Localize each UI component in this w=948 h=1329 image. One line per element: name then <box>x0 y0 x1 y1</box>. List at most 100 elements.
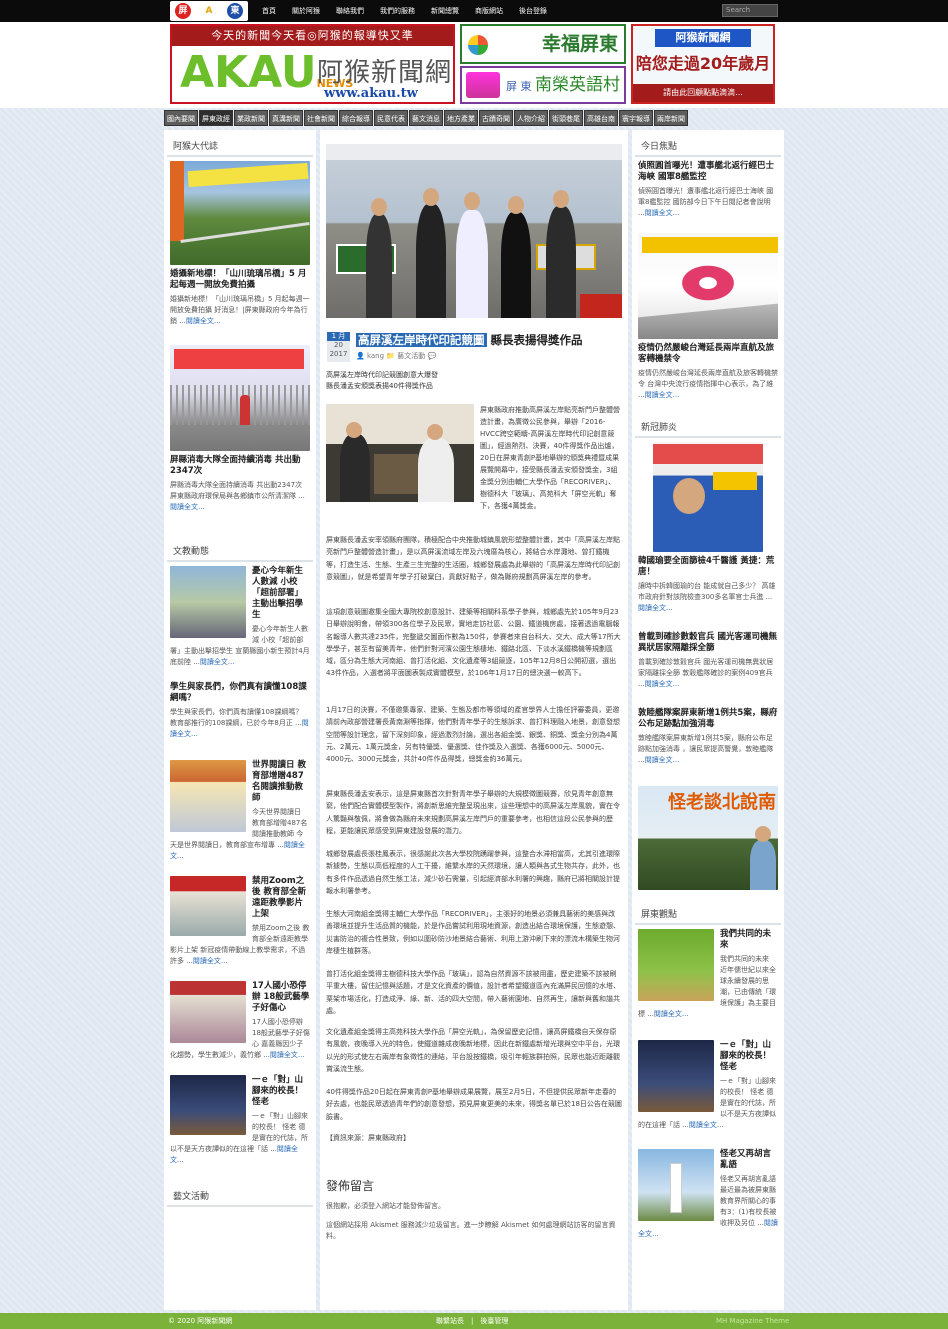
village-name: 南榮英語村 <box>535 75 620 95</box>
widget-title: 文教動態 <box>167 535 313 562</box>
logo-left-badge: 屏 <box>175 3 191 19</box>
footer-links[interactable]: 聯繫站長 | 後臺管理 <box>436 1313 508 1329</box>
cat-9[interactable]: 古蹟奇聞 <box>479 110 513 126</box>
read-more-link[interactable]: 閱讀全文... <box>200 658 235 666</box>
post-title[interactable]: 曾載到確診數穀官兵 國光客運司機無異狀居家隔離採全篩 <box>638 632 778 654</box>
post-thumbnail[interactable] <box>170 876 246 936</box>
akismet-notice[interactable]: 這個網站採用 Akismet 服務減少垃圾留言。進一步瞭解 Akismet 如何… <box>326 1220 622 1242</box>
article-title: 高屏溪左岸時代印記競圖 縣長表揚得獎作品 <box>356 333 622 347</box>
cat-13[interactable]: 寰宇報導 <box>619 110 653 126</box>
search-input[interactable]: Search <box>722 4 778 17</box>
nav-login[interactable]: 後台登錄 <box>511 0 555 22</box>
read-more-link[interactable]: 閱讀全文... <box>689 1121 724 1129</box>
promo-image[interactable]: 怪老談北說南 <box>638 786 778 890</box>
twenty-years-brand: 阿猴新聞網 <box>655 29 751 47</box>
cat-1[interactable]: 屏東政經 <box>199 110 233 126</box>
sidebar-post: 屏縣消毒大隊全面持續消毒 共出動2347次 屏縣消毒大隊全面持續消毒 共出動23… <box>164 345 316 513</box>
article-intro: 屏東縣政府推動高屏溪左岸點亮新門戶整體營造計畫，為廣徵公民參與，舉辦「2016-… <box>480 406 620 510</box>
article-paragraph: 城鄉發展處長張桂鳳表示，很感謝此次各大學校院踴躍參與，這整合水滞相當高，尤其引進… <box>326 850 620 895</box>
widget-title: 屏東觀點 <box>635 898 781 925</box>
post-thumbnail[interactable] <box>170 981 246 1043</box>
post-thumbnail[interactable] <box>653 442 763 552</box>
read-more-link[interactable]: 閱讀全文... <box>645 209 680 217</box>
village-logo-icon <box>466 72 500 98</box>
logo-right-badge: 東 <box>227 3 243 19</box>
view-post: 怪老又再胡言亂語 怪老又再胡言亂語 最近最為被屏東縣教育界所關心的事有3：(1)… <box>632 1149 784 1240</box>
cat-2[interactable]: 業政新聞 <box>234 110 268 126</box>
widget-title: 今日焦點 <box>635 130 781 157</box>
nav-home[interactable]: 首頁 <box>254 0 284 22</box>
view-post: 一ｅ「對」山腳來的校長！ 怪老 一ｅ「對」山腳來的校長！ 怪老 德是實在的代誌，… <box>632 1040 784 1131</box>
nav-about[interactable]: 關於阿猴 <box>284 0 328 22</box>
twenty-years-slogan: 陪您走過20年歲月 <box>635 54 771 73</box>
post-excerpt: 敦睦艦隊案屏東新增1例共5案，縣府公布足跡點加強消毒 ，讓民眾提高警覺，敦睦艦隊… <box>638 733 778 766</box>
article-meta: 👤 kang 📁 藝文活動 💬 <box>356 351 436 361</box>
article-inline-photo[interactable] <box>326 404 474 502</box>
main-banner[interactable]: 今天的新聞今天看◎阿猴的報導快又準 AKAUNEWS 阿猴新聞網 www.aka… <box>170 24 455 104</box>
post-title[interactable]: 婚攝新地標！「山川琉璃吊橋」5 月起每週一開放免費拍攝 <box>170 269 310 291</box>
cat-11[interactable]: 街頭巷尾 <box>549 110 583 126</box>
article-featured-image[interactable] <box>326 144 622 318</box>
post-thumbnail[interactable] <box>638 1149 714 1221</box>
cat-3[interactable]: 真溝新聞 <box>269 110 303 126</box>
post-thumbnail[interactable] <box>638 929 714 1001</box>
read-more-link[interactable]: 閱讀全文... <box>638 604 673 612</box>
article-category[interactable]: 藝文活動 <box>397 352 425 360</box>
post-thumbnail[interactable] <box>170 345 310 451</box>
date-month: 1 月 <box>327 332 350 341</box>
read-more-link[interactable]: 閱讀全文... <box>270 1051 305 1059</box>
folder-icon: 📁 <box>386 352 396 360</box>
comment-heading: 發佈留言 <box>326 1179 375 1193</box>
view-post: 我們共同的未來 我們共同的未來 近年儒世紀以來全球永續發展的思潮，已由傳統「環境… <box>632 929 784 1020</box>
post-title[interactable]: 屏縣消毒大隊全面持續消毒 共出動2347次 <box>170 455 310 477</box>
fortune-pingtung-banner[interactable]: 幸福屏東 <box>460 24 626 64</box>
twenty-years-banner[interactable]: 阿猴新聞網 陪您走過20年歲月 請由此回顧點點滴滴... <box>631 24 775 104</box>
cat-6[interactable]: 民意代表 <box>374 110 408 126</box>
read-more-link[interactable]: 閱讀全文... <box>193 957 228 965</box>
cat-14[interactable]: 兩岸新聞 <box>654 110 688 126</box>
article-paragraph: 曾打活化組金獎得主樹德科技大學作品「玻璃」，認為自然資源不該被用盡，歷史建築不該… <box>326 970 620 1015</box>
read-more-link[interactable]: 閱讀全文... <box>645 680 680 688</box>
footer-theme[interactable]: MH Magazine Theme <box>716 1313 789 1329</box>
cat-12[interactable]: 高雄台南 <box>584 110 618 126</box>
cat-7[interactable]: 藝文消息 <box>409 110 443 126</box>
date-day: 20 <box>334 341 343 349</box>
nav-news[interactable]: 新聞總覽 <box>423 0 467 22</box>
read-more-link[interactable]: 閱讀全文... <box>186 317 221 325</box>
article-title-highlight: 高屏溪左岸時代印記競圖 <box>356 333 487 347</box>
nav-business[interactable]: 商版網站 <box>467 0 511 22</box>
widget-title: 新冠肺炎 <box>635 411 781 438</box>
cat-8[interactable]: 地方產業 <box>444 110 478 126</box>
twenty-years-link: 請由此回顧點點滴滴... <box>633 84 773 102</box>
cat-5[interactable]: 綜合報導 <box>339 110 373 126</box>
promo-title: 怪老談北說南 <box>668 792 776 813</box>
post-thumbnail[interactable] <box>638 233 778 339</box>
read-more-link[interactable]: 閱讀全文... <box>654 1010 689 1018</box>
post-title[interactable]: 學生與家長們，你們真有讀懂108課綱嗎？ <box>170 682 310 704</box>
post-title[interactable]: 韓國瑜要全面篩檢4千醫護 黃捷：荒唐！ <box>638 556 778 578</box>
nav-contact[interactable]: 聯絡我們 <box>328 0 372 22</box>
village-small-label: 屏 東 <box>506 80 532 93</box>
cat-4[interactable]: 社會新聞 <box>304 110 338 126</box>
article-title-rest: 縣長表揚得獎作品 <box>490 333 583 347</box>
post-thumbnail[interactable] <box>170 760 246 832</box>
cat-10[interactable]: 人物介紹 <box>514 110 548 126</box>
nav-services[interactable]: 我們的服務 <box>372 0 423 22</box>
site-mini-logo[interactable]: 屏 A 東 <box>170 1 248 21</box>
english-village-banner[interactable]: 屏 東 南榮英語村 <box>460 66 626 104</box>
read-more-link[interactable]: 閱讀全文... <box>645 391 680 399</box>
cat-0[interactable]: 國內要聞 <box>164 110 198 126</box>
post-title[interactable]: 敦睦艦隊案屏東新增1例共5案，縣府公布足跡點加強消毒 <box>638 708 778 730</box>
post-thumbnail[interactable] <box>170 566 246 638</box>
post-thumbnail[interactable] <box>638 1040 714 1112</box>
covid-post: 敦睦艦隊案屏東新增1例共5案，縣府公布足跡點加強消毒 敦睦艦隊案屏東新增1例共5… <box>632 708 784 766</box>
post-thumbnail[interactable] <box>170 1075 246 1135</box>
post-title[interactable]: 疫情仍然嚴峻台灣延長兩岸直航及旅客轉機禁令 <box>638 343 778 365</box>
post-thumbnail[interactable] <box>170 161 310 265</box>
read-more-link[interactable]: 閱讀全文... <box>170 503 205 511</box>
article-author[interactable]: kang <box>367 352 384 360</box>
edu-post: 憂心今年新生人數減 小校「超前部署」主動出擊招學生 憂心今年新生人數減 小校「超… <box>164 566 316 668</box>
post-excerpt: 偵照圓首曝光！遭事艦北返行經巴士海峽 國軍8艦監控 國防部今日下午日閱記者會說明… <box>638 186 778 219</box>
read-more-link[interactable]: 閱讀全文... <box>645 756 680 764</box>
post-title[interactable]: 偵照圓首曝光！遭事艦北返行經巴士海峽 國軍8艦監控 <box>638 161 778 183</box>
